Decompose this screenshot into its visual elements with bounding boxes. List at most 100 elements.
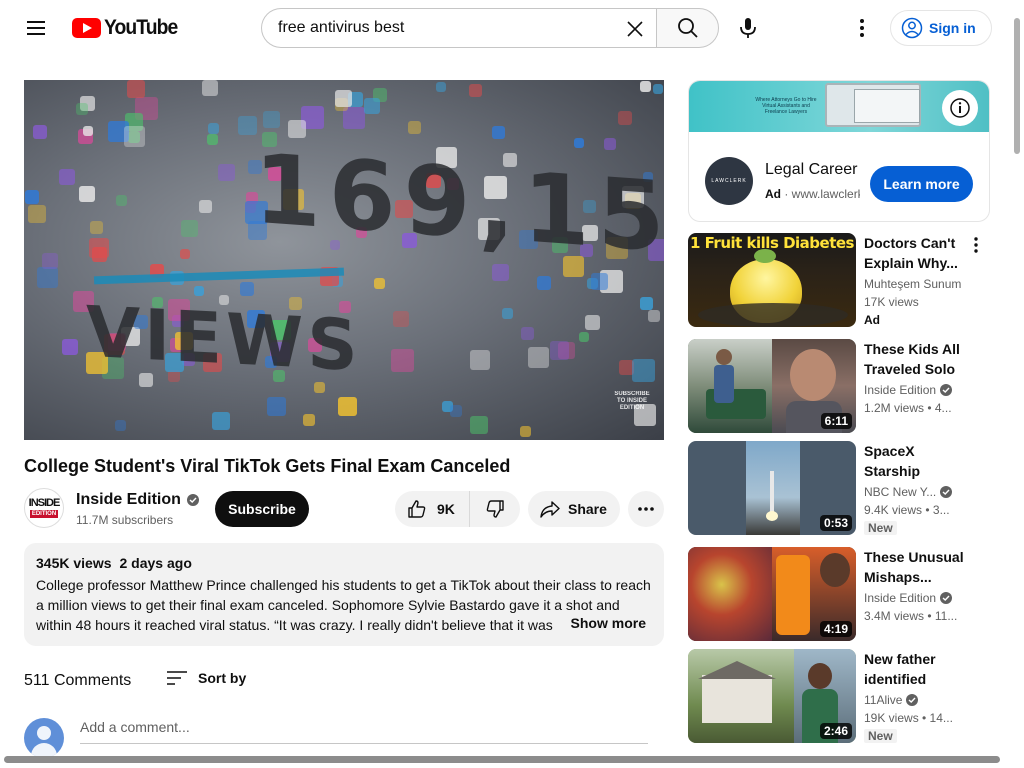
recommendation-item[interactable]: 4:19 These Unusual Mishaps... Inside Edi…: [688, 547, 998, 641]
recommendation-title[interactable]: SpaceX Starship Rock...: [864, 441, 964, 481]
app-icon-tile: [604, 138, 616, 150]
recommendation-channel[interactable]: Inside Edition: [864, 591, 953, 605]
verified-icon: [186, 494, 199, 506]
more-horizontal-icon: [638, 507, 654, 511]
ad-url: www.lawclerk.legal: [791, 187, 860, 201]
ad-title[interactable]: Legal Career: [765, 161, 858, 179]
video-player[interactable]: 169,151 VIEWS SUBSCRIBE TO INSIDE EDITIO…: [24, 80, 664, 440]
subscribe-watermark[interactable]: SUBSCRIBE TO INSIDE EDITION: [612, 391, 652, 412]
video-duration: 2:46: [819, 723, 852, 739]
recommendation-title[interactable]: These Kids All Traveled Solo: [864, 339, 964, 379]
recommendation-meta: 17K views: [864, 295, 919, 309]
recommendation-title[interactable]: These Unusual Mishaps...: [864, 547, 964, 587]
menu-icon[interactable]: [20, 12, 52, 44]
recommendation-channel[interactable]: NBC New Y...: [864, 485, 953, 499]
add-comment-field[interactable]: Add a comment...: [80, 719, 648, 744]
share-button[interactable]: Share: [528, 491, 620, 527]
recommendation-thumbnail[interactable]: 0:53: [688, 441, 856, 535]
verified-icon: [940, 384, 953, 396]
app-icon-tile: [42, 253, 58, 269]
settings-more-icon[interactable]: [846, 12, 878, 44]
search-input[interactable]: [278, 19, 618, 37]
description-meta: 345K views 2 days ago: [36, 555, 652, 571]
app-icon-tile: [28, 205, 46, 223]
sort-by-button[interactable]: Sort by: [166, 670, 246, 686]
description-box[interactable]: 345K views 2 days ago College professor M…: [24, 543, 664, 646]
ad-info-icon[interactable]: [942, 90, 978, 126]
app-icon-tile: [115, 420, 126, 431]
recommendation-title[interactable]: Doctors Can't Explain Why...: [864, 233, 964, 273]
app-icon-tile: [59, 169, 75, 185]
advertiser-logo[interactable]: LAWCLERK: [705, 157, 753, 205]
recommendation-thumbnail[interactable]: 4:19: [688, 547, 856, 641]
app-icon-tile: [37, 267, 58, 288]
thumbnail-caption: 1 Fruit kills Diabetes: [689, 234, 855, 252]
show-more-button[interactable]: Show more: [566, 615, 646, 631]
recommendation-channel[interactable]: 11Alive: [864, 693, 919, 707]
channel-avatar[interactable]: INSIDE EDITION: [24, 488, 64, 528]
recommendation-meta: 9.4K views • 3...: [864, 503, 950, 517]
youtube-logo[interactable]: YouTube: [72, 16, 184, 40]
like-button[interactable]: 9K: [395, 491, 470, 527]
recommendation-item[interactable]: 6:11 These Kids All Traveled Solo Inside…: [688, 339, 998, 433]
app-icon-tile: [212, 412, 230, 430]
sort-icon: [167, 671, 187, 685]
subscribe-button[interactable]: Subscribe: [215, 491, 309, 527]
comments-count: 511 Comments: [24, 672, 132, 689]
more-vertical-icon[interactable]: [968, 235, 984, 255]
app-icon-tile: [492, 264, 509, 281]
recommendation-item[interactable]: 1 Fruit kills Diabetes Doctors Can't Exp…: [688, 233, 998, 327]
app-icon-tile: [240, 282, 254, 296]
youtube-play-icon: [72, 18, 101, 38]
recommendation-thumbnail[interactable]: 1 Fruit kills Diabetes: [688, 233, 856, 327]
app-icon-tile: [116, 195, 127, 206]
app-icon-tile: [207, 134, 218, 145]
app-icon-tile: [492, 126, 505, 139]
search-box[interactable]: [261, 8, 657, 48]
app-icon-tile: [550, 341, 569, 360]
sign-in-button[interactable]: Sign in: [890, 10, 992, 46]
like-count: 9K: [437, 501, 455, 517]
vertical-scrollbar[interactable]: [1010, 0, 1024, 768]
app-icon-tile: [640, 81, 651, 92]
more-actions-button[interactable]: [628, 491, 664, 527]
recommendation-channel[interactable]: Inside Edition: [864, 383, 953, 397]
video-title: College Student's Viral TikTok Gets Fina…: [24, 456, 511, 476]
recommendation-channel[interactable]: Muhteşem Sunum: [864, 277, 961, 291]
app-icon-tile: [469, 84, 482, 97]
learn-more-button[interactable]: Learn more: [870, 166, 973, 202]
app-icon-tile: [591, 273, 608, 290]
dislike-button[interactable]: [470, 491, 520, 527]
voice-search-button[interactable]: [728, 8, 768, 48]
recommendation-item[interactable]: 0:53 SpaceX Starship Rock... NBC New Y..…: [688, 441, 998, 535]
recommendation-title[interactable]: New father identified afte...: [864, 649, 964, 689]
vertical-scrollbar-thumb[interactable]: [1014, 18, 1020, 154]
app-icon-tile: [79, 186, 95, 202]
app-icon-tile: [528, 347, 549, 368]
recommendation-thumbnail[interactable]: 2:46: [688, 649, 856, 743]
verified-icon: [906, 694, 919, 706]
video-duration: 4:19: [819, 621, 852, 637]
masthead: YouTube Sign in: [0, 0, 1024, 56]
app-icon-tile: [470, 350, 490, 370]
app-icon-tile: [127, 80, 145, 98]
channel-name-text: Inside Edition: [76, 491, 181, 508]
ad-card[interactable]: Where Attorneys Go to Hire Virtual Assis…: [688, 80, 990, 222]
horizontal-scrollbar-thumb[interactable]: [4, 756, 1000, 763]
app-icon-tile: [208, 123, 219, 134]
recommendation-thumbnail[interactable]: 6:11: [688, 339, 856, 433]
account-icon: [901, 17, 923, 39]
app-icon-tile: [25, 190, 39, 204]
clear-search-icon[interactable]: [619, 13, 651, 45]
app-icon-tile: [303, 414, 315, 426]
app-icon-tile: [391, 349, 414, 372]
app-icon-tile: [364, 98, 380, 114]
microphone-icon: [740, 18, 756, 38]
search-button[interactable]: [656, 8, 719, 48]
app-icon-tile: [436, 82, 446, 92]
app-icon-tile: [202, 80, 218, 96]
channel-name[interactable]: Inside Edition: [76, 491, 199, 509]
app-icon-tile: [574, 138, 584, 148]
recommendation-item[interactable]: 2:46 New father identified afte... 11Ali…: [688, 649, 998, 743]
recommendation-meta: 3.4M views • 11...: [864, 609, 958, 623]
